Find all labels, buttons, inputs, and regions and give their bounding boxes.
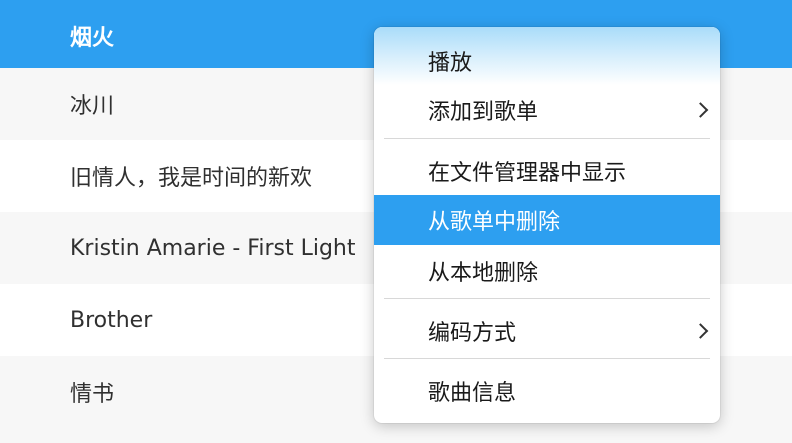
- menu-item-label: 歌曲信息: [428, 381, 517, 406]
- menu-item-label: 从歌单中删除: [428, 210, 561, 235]
- menu-separator: [384, 298, 710, 299]
- menu-item-label: 从本地删除: [428, 261, 539, 286]
- song-title: 情书: [70, 382, 115, 407]
- menu-item-label: 在文件管理器中显示: [428, 161, 627, 186]
- menu-item-label: 播放: [428, 51, 473, 76]
- context-menu: 播放 添加到歌单 在文件管理器中显示 从歌单中删除 从本地删除 编码方式 歌曲信…: [374, 27, 720, 423]
- menu-item-delete-local[interactable]: 从本地删除: [374, 249, 720, 293]
- menu-separator: [384, 358, 710, 359]
- song-title: 冰川: [70, 94, 115, 119]
- chevron-right-icon: [692, 323, 709, 339]
- song-title: Brother: [70, 307, 153, 333]
- menu-item-label: 编码方式: [428, 321, 517, 346]
- song-title: 旧情人，我是时间的新欢: [70, 166, 313, 191]
- menu-item-remove-from-playlist[interactable]: 从歌单中删除: [374, 195, 720, 245]
- menu-item-add-to-playlist[interactable]: 添加到歌单: [374, 89, 720, 131]
- menu-item-song-info[interactable]: 歌曲信息: [374, 369, 720, 413]
- song-title: 烟火: [70, 26, 115, 51]
- menu-item-show-in-file-manager[interactable]: 在文件管理器中显示: [374, 149, 720, 193]
- menu-separator: [384, 138, 710, 139]
- chevron-right-icon: [692, 102, 709, 118]
- menu-item-play[interactable]: 播放: [374, 41, 720, 81]
- song-title: Kristin Amarie - First Light: [70, 235, 356, 261]
- menu-item-label: 添加到歌单: [428, 100, 539, 125]
- menu-item-encoding[interactable]: 编码方式: [374, 309, 720, 353]
